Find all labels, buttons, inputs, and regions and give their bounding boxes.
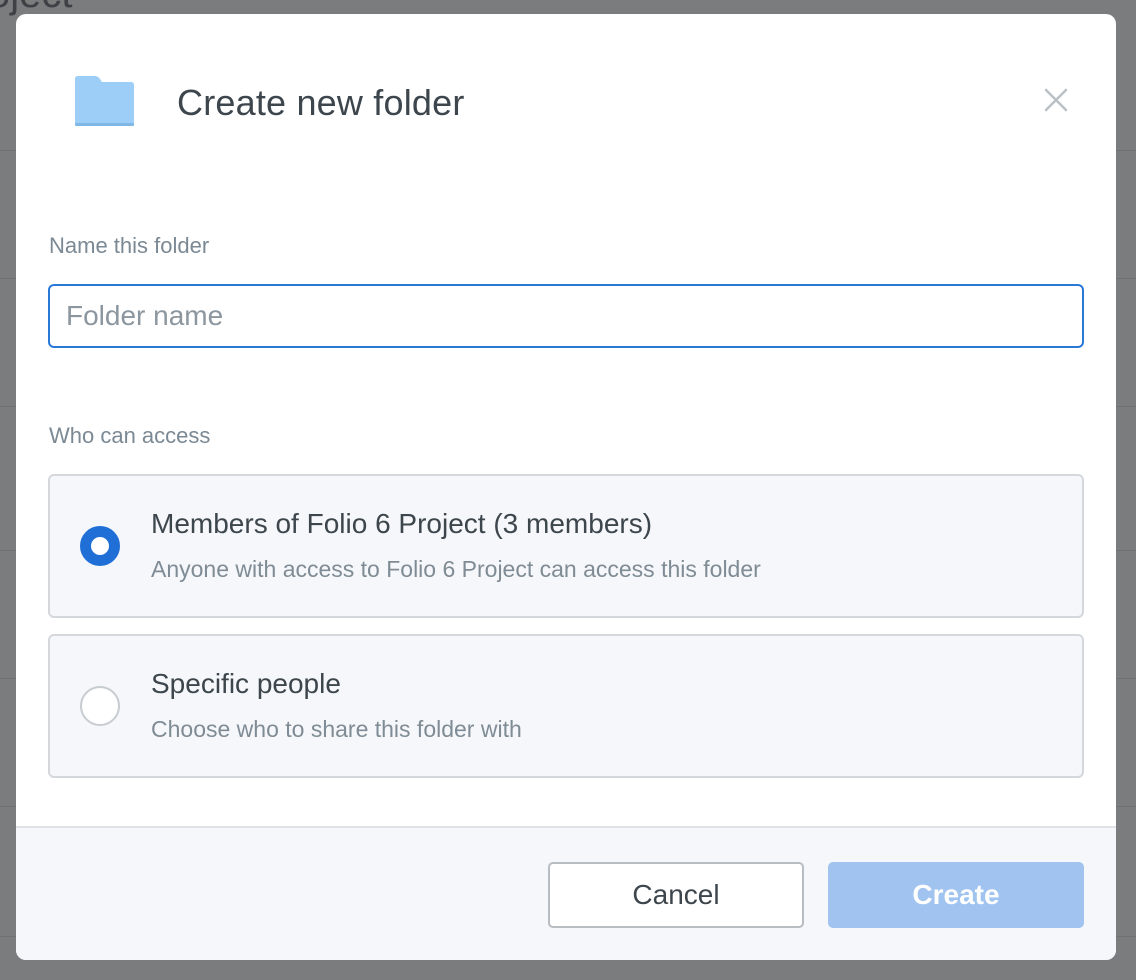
close-icon[interactable]: [1040, 84, 1072, 116]
access-option-members[interactable]: Members of Folio 6 Project (3 members) A…: [48, 474, 1084, 618]
dialog-header: Create new folder: [16, 14, 1116, 194]
access-option-title: Specific people: [151, 668, 341, 699]
cancel-button[interactable]: Cancel: [548, 862, 804, 928]
radio-members[interactable]: [80, 526, 120, 566]
access-option-description: Choose who to share this folder with: [151, 716, 522, 742]
folder-name-label: Name this folder: [49, 233, 210, 258]
access-option-specific-people[interactable]: Specific people Choose who to share this…: [48, 634, 1084, 778]
access-option-description: Anyone with access to Folio 6 Project ca…: [151, 556, 761, 582]
folder-icon: [73, 75, 135, 127]
create-folder-dialog: Create new folder Name this folder Who c…: [16, 14, 1116, 960]
access-label: Who can access: [49, 423, 211, 448]
radio-specific-people[interactable]: [80, 686, 120, 726]
folder-name-input[interactable]: [48, 284, 1084, 348]
create-button[interactable]: Create: [828, 862, 1084, 928]
dialog-title: Create new folder: [177, 82, 465, 123]
access-option-title: Members of Folio 6 Project (3 members): [151, 508, 653, 539]
dialog-footer: Cancel Create: [16, 826, 1116, 960]
